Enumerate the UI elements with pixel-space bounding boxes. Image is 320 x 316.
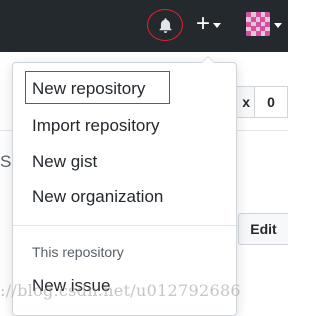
new-gist-menu-item[interactable]: New gist bbox=[32, 152, 97, 172]
plus-icon: + bbox=[196, 10, 211, 37]
page-text-fragment: S bbox=[0, 152, 12, 171]
edit-button[interactable]: Edit bbox=[238, 213, 288, 245]
new-repository-menu-item[interactable]: New repository bbox=[32, 79, 145, 99]
new-organization-menu-item[interactable]: New organization bbox=[32, 187, 163, 207]
watermark: ://blog.csdn.net/u012792686 bbox=[0, 281, 241, 300]
notifications-button[interactable] bbox=[147, 9, 183, 41]
import-repository-menu-item[interactable]: Import repository bbox=[32, 116, 160, 136]
counter-value[interactable]: 0 bbox=[254, 86, 288, 118]
profile-menu-button[interactable] bbox=[246, 12, 282, 36]
avatar bbox=[246, 12, 270, 36]
chevron-down-icon bbox=[213, 22, 222, 28]
menu-divider bbox=[13, 225, 236, 226]
menu-section-header: This repository bbox=[32, 244, 124, 260]
create-new-dropdown-menu: New repository Import repository New gis… bbox=[12, 56, 237, 316]
create-new-dropdown-button[interactable]: + bbox=[196, 10, 222, 37]
bell-icon bbox=[159, 17, 171, 33]
chevron-down-icon bbox=[274, 22, 282, 28]
top-navigation-bar: + bbox=[0, 0, 288, 52]
